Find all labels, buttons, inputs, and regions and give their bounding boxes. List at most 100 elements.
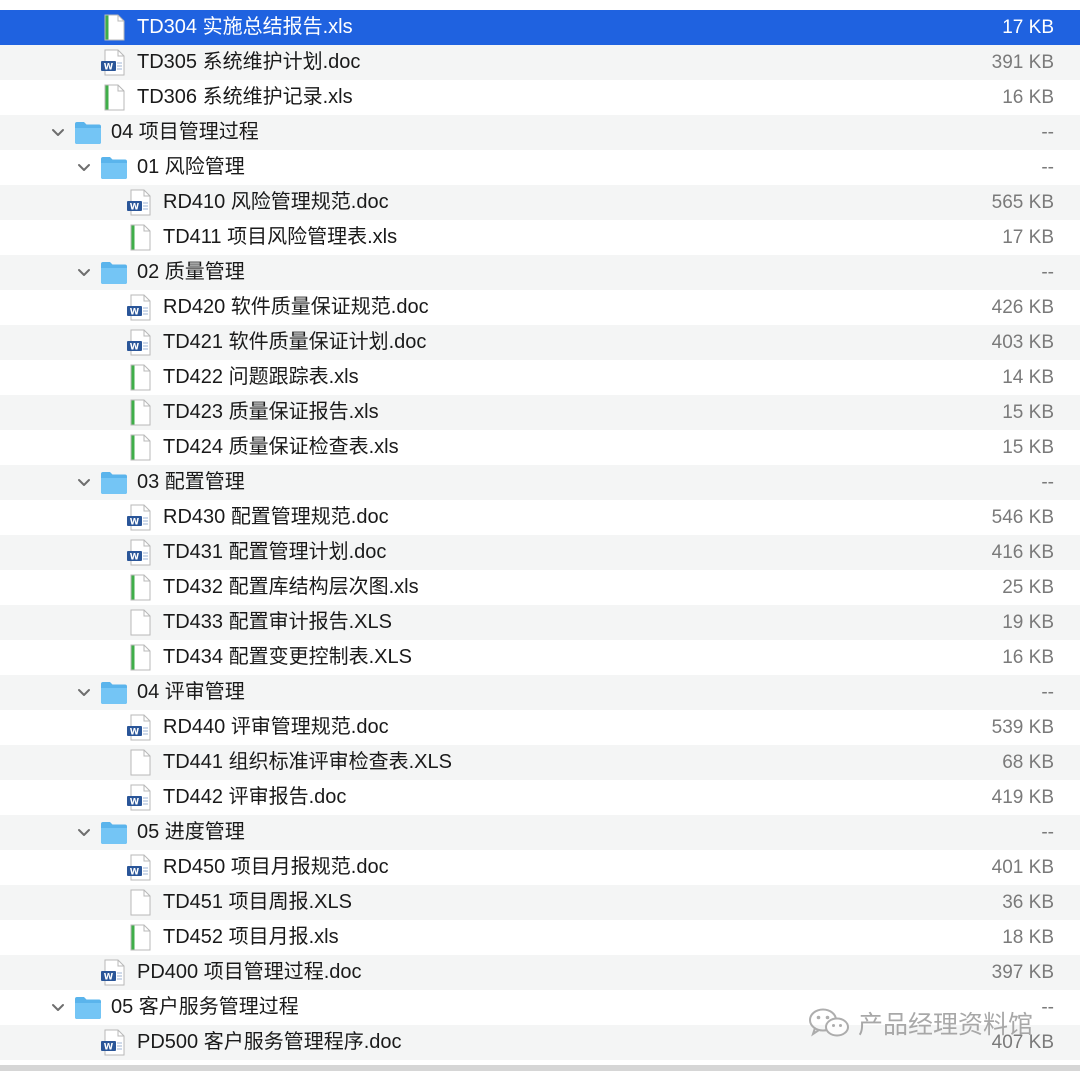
word-document-icon: W — [126, 714, 154, 741]
folder-row[interactable]: 01 风险管理 -- — [0, 150, 1080, 185]
item-name: TD431 配置管理计划.doc — [163, 541, 387, 563]
file-row[interactable]: TD411 项目风险管理表.xls 17 KB — [0, 220, 1080, 255]
file-row[interactable]: TD433 配置审计报告.XLS 19 KB — [0, 605, 1080, 640]
folder-row[interactable]: 03 配置管理 -- — [0, 465, 1080, 500]
word-document-icon: W — [126, 854, 154, 881]
item-name: TD305 系统维护计划.doc — [137, 51, 361, 73]
spreadsheet-icon — [126, 574, 154, 601]
spreadsheet-icon — [130, 434, 151, 461]
file-row[interactable]: W TD305 系统维护计划.doc 391 KB — [0, 45, 1080, 80]
file-row[interactable]: TD422 问题跟踪表.xls 14 KB — [0, 360, 1080, 395]
item-size: -- — [1041, 472, 1054, 493]
item-name: RD440 评审管理规范.doc — [163, 716, 389, 738]
item-size: -- — [1041, 122, 1054, 143]
word-document-icon: W — [127, 539, 151, 566]
svg-text:W: W — [130, 203, 140, 213]
item-size: 419 KB — [991, 787, 1054, 808]
folder-row[interactable]: 04 项目管理过程 -- — [0, 115, 1080, 150]
word-document-icon: W — [127, 294, 151, 321]
spreadsheet-icon — [130, 609, 151, 636]
folder-icon — [101, 262, 127, 284]
file-row[interactable]: W PD400 项目管理过程.doc 397 KB — [0, 955, 1080, 990]
spreadsheet-icon — [130, 889, 151, 916]
disclosure-chevron-icon[interactable] — [74, 465, 94, 500]
file-row[interactable]: W RD450 项目月报规范.doc 401 KB — [0, 850, 1080, 885]
item-size: 17 KB — [1002, 17, 1054, 38]
item-size: -- — [1041, 682, 1054, 703]
file-row[interactable]: W RD430 配置管理规范.doc 546 KB — [0, 500, 1080, 535]
folder-row[interactable]: 05 进度管理 -- — [0, 815, 1080, 850]
file-row[interactable]: TD441 组织标准评审检查表.XLS 68 KB — [0, 745, 1080, 780]
word-document-icon: W — [127, 784, 151, 811]
svg-text:W: W — [104, 1043, 114, 1053]
item-name: TD452 项目月报.xls — [163, 926, 339, 948]
item-name: TD441 组织标准评审检查表.XLS — [163, 751, 452, 773]
spreadsheet-icon — [130, 924, 151, 951]
item-size: -- — [1041, 262, 1054, 283]
spreadsheet-icon — [104, 84, 125, 111]
disclosure-chevron-icon[interactable] — [48, 115, 68, 150]
item-name: 02 质量管理 — [137, 261, 245, 283]
item-size: 14 KB — [1002, 367, 1054, 388]
disclosure-chevron-icon[interactable] — [48, 990, 68, 1025]
spreadsheet-icon — [126, 644, 154, 671]
folder-icon — [101, 822, 127, 844]
file-row[interactable]: TD423 质量保证报告.xls 15 KB — [0, 395, 1080, 430]
file-row[interactable]: TD434 配置变更控制表.XLS 16 KB — [0, 640, 1080, 675]
file-row[interactable]: TD452 项目月报.xls 18 KB — [0, 920, 1080, 955]
svg-text:W: W — [130, 518, 140, 528]
spreadsheet-icon — [126, 749, 154, 776]
svg-text:W: W — [130, 868, 140, 878]
word-document-icon: W — [101, 1029, 125, 1056]
disclosure-chevron-icon[interactable] — [74, 255, 94, 290]
item-size: 416 KB — [991, 542, 1054, 563]
file-row[interactable]: W RD410 风险管理规范.doc 565 KB — [0, 185, 1080, 220]
spreadsheet-icon — [126, 399, 154, 426]
file-row[interactable]: W TD442 评审报告.doc 419 KB — [0, 780, 1080, 815]
item-name: 05 客户服务管理过程 — [111, 996, 299, 1018]
word-document-icon: W — [127, 714, 151, 741]
word-document-icon: W — [100, 1029, 128, 1056]
item-size: 68 KB — [1002, 752, 1054, 773]
item-size: -- — [1041, 822, 1054, 843]
item-name: 01 风险管理 — [137, 156, 245, 178]
item-name: TD432 配置库结构层次图.xls — [163, 576, 419, 598]
word-document-icon: W — [126, 189, 154, 216]
word-document-icon: W — [126, 784, 154, 811]
svg-text:W: W — [130, 343, 140, 353]
folder-icon — [100, 259, 128, 286]
folder-row[interactable]: 02 质量管理 -- — [0, 255, 1080, 290]
item-name: 04 项目管理过程 — [111, 121, 259, 143]
word-document-icon: W — [101, 49, 125, 76]
disclosure-chevron-icon[interactable] — [74, 675, 94, 710]
item-name: PD500 客户服务管理程序.doc — [137, 1031, 402, 1053]
item-name: RD420 软件质量保证规范.doc — [163, 296, 429, 318]
file-row[interactable]: TD451 项目周报.XLS 36 KB — [0, 885, 1080, 920]
file-row[interactable]: TD432 配置库结构层次图.xls 25 KB — [0, 570, 1080, 605]
file-row[interactable]: W TD431 配置管理计划.doc 416 KB — [0, 535, 1080, 570]
horizontal-scrollbar[interactable] — [0, 1065, 1080, 1071]
item-name: TD434 配置变更控制表.XLS — [163, 646, 412, 668]
item-size: 15 KB — [1002, 402, 1054, 423]
file-row[interactable]: W RD420 软件质量保证规范.doc 426 KB — [0, 290, 1080, 325]
word-document-icon: W — [100, 959, 128, 986]
disclosure-chevron-icon[interactable] — [74, 150, 94, 185]
watermark: 产品经理资料馆 — [808, 1004, 1058, 1042]
file-row[interactable]: TD304 实施总结报告.xls 17 KB — [0, 10, 1080, 45]
folder-icon — [74, 119, 102, 146]
item-name: TD422 问题跟踪表.xls — [163, 366, 359, 388]
disclosure-chevron-icon[interactable] — [74, 815, 94, 850]
item-name: TD421 软件质量保证计划.doc — [163, 331, 427, 353]
file-row[interactable]: TD306 系统维护记录.xls 16 KB — [0, 80, 1080, 115]
word-document-icon: W — [126, 329, 154, 356]
file-row[interactable]: TD424 质量保证检查表.xls 15 KB — [0, 430, 1080, 465]
file-row[interactable]: W TD421 软件质量保证计划.doc 403 KB — [0, 325, 1080, 360]
spreadsheet-icon — [126, 889, 154, 916]
word-document-icon: W — [127, 854, 151, 881]
item-size: 36 KB — [1002, 892, 1054, 913]
folder-row[interactable]: 04 评审管理 -- — [0, 675, 1080, 710]
folder-icon — [74, 994, 102, 1021]
folder-icon — [75, 122, 101, 144]
wechat-icon — [809, 1008, 849, 1037]
file-row[interactable]: W RD440 评审管理规范.doc 539 KB — [0, 710, 1080, 745]
